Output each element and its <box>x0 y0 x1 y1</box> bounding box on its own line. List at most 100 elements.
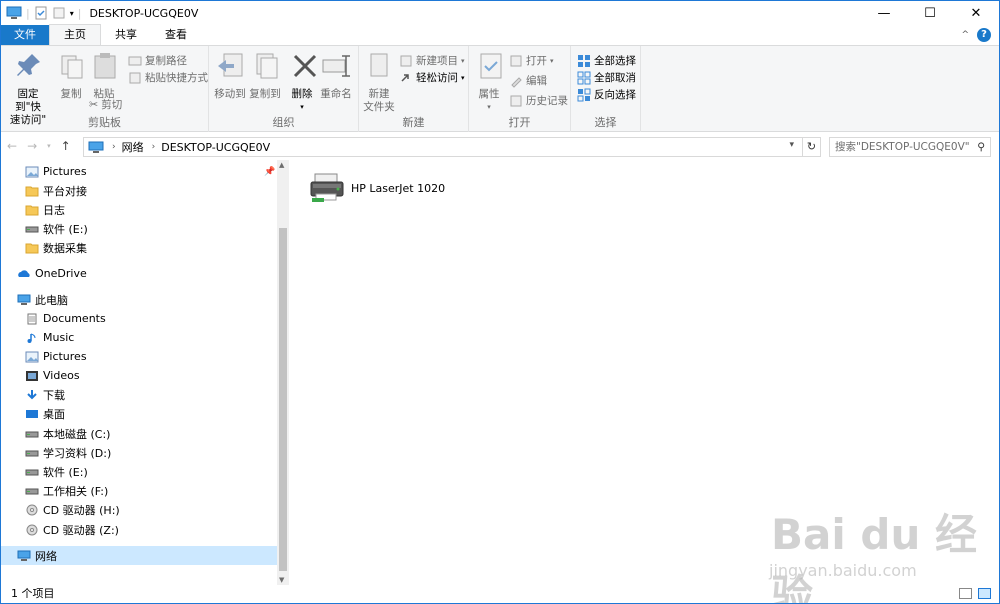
history-button[interactable]: 历史记录 <box>509 93 568 108</box>
nav-item[interactable]: CD 驱动器 (H:) <box>1 500 277 519</box>
paste-shortcut-button[interactable]: 粘贴快捷方式 <box>128 70 208 85</box>
navigation-pane: Pictures 平台对接 日志 软件 (E:) 数据采集 OneDrive 此电脑 Docu… <box>1 160 289 585</box>
nav-item[interactable]: 平台对接 <box>1 181 277 200</box>
nav-item[interactable]: 软件 (E:) <box>1 462 277 481</box>
new-folder-icon[interactable] <box>52 6 66 20</box>
properties-button[interactable]: 属性 ▾ <box>475 50 503 114</box>
pin-icon[interactable]: 📌 <box>264 167 275 177</box>
invert-selection-label: 反向选择 <box>594 89 636 101</box>
printer-icon <box>310 173 344 202</box>
invert-selection-button[interactable]: 反向选择 <box>577 87 636 102</box>
nav-item-label: Pictures <box>43 350 87 363</box>
paste-icon <box>94 53 116 79</box>
up-arrow-icon[interactable]: ↑ <box>61 139 71 153</box>
nav-item[interactable]: Pictures <box>1 347 277 366</box>
nav-item[interactable]: CD 驱动器 (Z:) <box>1 520 277 539</box>
cut-button[interactable]: ✂ 剪切 <box>89 97 122 112</box>
breadcrumb-network[interactable]: 网络 <box>122 139 144 155</box>
rename-icon <box>322 55 350 77</box>
tab-home[interactable]: 主页 <box>49 24 101 45</box>
drive-icon <box>25 223 39 235</box>
breadcrumb-separator-icon[interactable]: › <box>152 142 156 152</box>
address-bar[interactable]: › 网络 › DESKTOP-UCGQE0V ▾ ↻ <box>83 137 821 157</box>
open-group: 属性 ▾ 打开 ▾ 编辑 历史记录 打开 <box>469 46 571 132</box>
open-button[interactable]: 打开 ▾ <box>509 53 554 68</box>
music-icon <box>25 332 39 344</box>
nav-item-label: 软件 (E:) <box>43 465 88 479</box>
recent-locations-icon[interactable]: ▾ <box>47 139 51 153</box>
rename-button[interactable]: 重命名 <box>319 50 353 101</box>
nav-item[interactable]: 学习资料 (D:) <box>1 443 277 462</box>
help-icon[interactable]: ? <box>977 28 991 42</box>
select-all-button[interactable]: 全部选择 <box>577 53 636 68</box>
delete-button[interactable]: 删除 ▾ <box>289 50 317 114</box>
drive-icon <box>25 447 39 459</box>
edit-label: 编辑 <box>526 75 547 87</box>
edit-button[interactable]: 编辑 <box>509 73 547 88</box>
edit-icon <box>511 76 522 88</box>
nav-item-label: CD 驱动器 (H:) <box>43 503 120 517</box>
documents-icon <box>25 313 39 325</box>
copy-button[interactable]: 复制 <box>56 50 86 101</box>
nav-item[interactable]: 桌面 <box>1 404 277 423</box>
computer-icon <box>17 294 31 306</box>
computer-icon <box>6 6 22 19</box>
open-icon <box>510 55 522 66</box>
breadcrumb-computer[interactable]: DESKTOP-UCGQE0V <box>161 141 270 154</box>
forward-arrow-icon[interactable]: → <box>27 139 37 153</box>
new-folder-icon <box>370 53 388 77</box>
scroll-thumb[interactable] <box>279 228 287 571</box>
scroll-up-icon[interactable]: ▲ <box>279 161 284 169</box>
folder-icon <box>25 185 39 197</box>
history-icon <box>510 95 522 106</box>
search-input[interactable]: 搜索"DESKTOP-UCGQE0V" ⚲ <box>829 137 991 157</box>
address-dropdown-icon[interactable]: ▾ <box>789 140 794 150</box>
new-item-button[interactable]: 新建项目 ▾ <box>399 53 465 68</box>
nav-item[interactable]: 本地磁盘 (C:) <box>1 424 277 443</box>
close-button[interactable]: ✕ <box>953 1 999 25</box>
nav-item[interactable]: 网络 <box>1 546 277 565</box>
delete-icon <box>293 54 317 78</box>
copy-path-button[interactable]: 复制路径 <box>128 53 187 68</box>
copy-to-button[interactable]: 复制到 <box>249 50 281 101</box>
organize-group-label: 组织 <box>272 116 295 129</box>
paste-button[interactable]: 粘贴 <box>89 50 119 101</box>
new-folder-button[interactable]: 新建 文件夹 <box>363 50 395 114</box>
customize-qa-icon[interactable]: ▾ <box>70 9 74 18</box>
nav-item[interactable]: OneDrive <box>1 264 277 283</box>
nav-item[interactable]: 数据采集 <box>1 238 277 257</box>
nav-item[interactable]: Music <box>1 328 277 347</box>
nav-scrollbar[interactable]: ▲ ▼ <box>277 160 289 585</box>
tab-file[interactable]: 文件 <box>1 25 49 45</box>
explorer-window: | ▾ | DESKTOP-UCGQE0V — ☐ ✕ 文件 主页 共享 查看 … <box>0 0 1000 604</box>
refresh-icon[interactable]: ↻ <box>802 138 820 156</box>
nav-item[interactable]: Pictures <box>1 162 277 181</box>
baidu-watermark-url: jingyan.baidu.com <box>769 561 917 580</box>
new-group: 新建 文件夹 新建项目 ▾ 轻松访问 ▾ 新建 <box>359 46 469 132</box>
tab-view[interactable]: 查看 <box>151 25 201 45</box>
nav-item-label: 工作相关 (F:) <box>43 484 109 498</box>
printer-item[interactable]: HP LaserJet 1020 <box>309 172 445 204</box>
minimize-button[interactable]: — <box>861 1 907 25</box>
collapse-ribbon-icon[interactable]: ^ <box>961 30 969 40</box>
tab-share[interactable]: 共享 <box>101 25 151 45</box>
nav-item[interactable]: 工作相关 (F:) <box>1 481 277 500</box>
select-none-button[interactable]: 全部取消 <box>577 70 636 85</box>
easy-access-button[interactable]: 轻松访问 ▾ <box>399 70 465 85</box>
nav-item[interactable]: 软件 (E:) <box>1 219 277 238</box>
nav-item[interactable]: 日志 <box>1 200 277 219</box>
search-icon[interactable]: ⚲ <box>977 138 985 156</box>
maximize-button[interactable]: ☐ <box>907 1 953 25</box>
back-arrow-icon[interactable]: ← <box>7 139 17 153</box>
nav-item[interactable]: 此电脑 <box>1 290 277 309</box>
nav-item-label: 数据采集 <box>43 241 87 255</box>
copy-to-label: 复制到 <box>249 88 281 100</box>
move-to-button[interactable]: 移动到 <box>214 50 246 101</box>
nav-item[interactable]: Videos <box>1 366 277 385</box>
breadcrumb-separator-icon[interactable]: › <box>112 142 116 152</box>
nav-item[interactable]: Documents <box>1 309 277 328</box>
properties-icon[interactable] <box>34 6 48 20</box>
nav-item[interactable]: 下载 <box>1 385 277 404</box>
invert-selection-icon <box>577 88 591 101</box>
scroll-down-icon[interactable]: ▼ <box>279 576 284 584</box>
